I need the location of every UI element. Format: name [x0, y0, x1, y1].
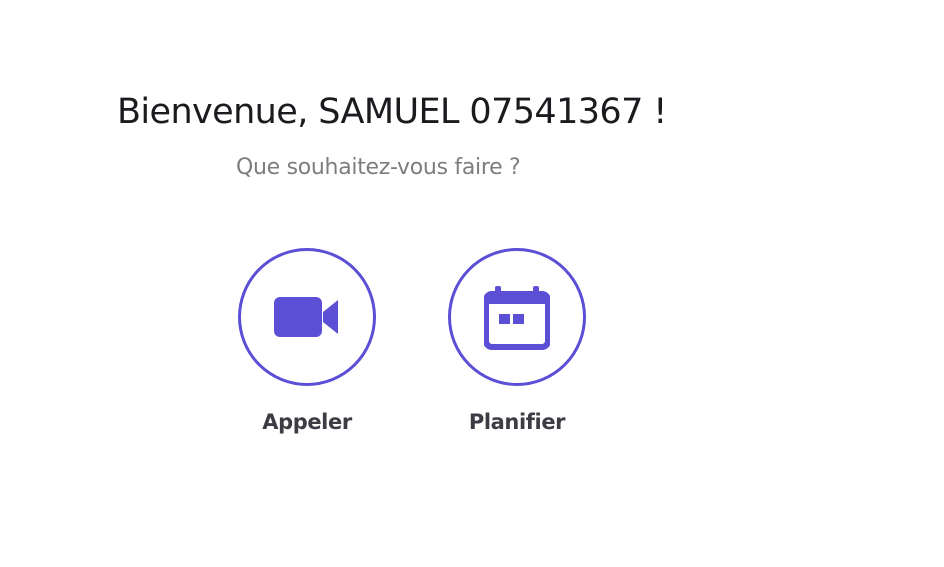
call-button-label: Appeler	[262, 410, 352, 434]
welcome-title: Bienvenue, SAMUEL 07541367 !	[117, 92, 667, 132]
video-camera-icon	[274, 297, 338, 337]
schedule-button[interactable]: Planifier	[437, 248, 597, 434]
call-button-circle[interactable]	[238, 248, 376, 386]
welcome-screen: Bienvenue, SAMUEL 07541367 ! Que souhait…	[0, 0, 944, 567]
schedule-button-circle[interactable]	[448, 248, 586, 386]
schedule-button-label: Planifier	[468, 410, 566, 434]
calendar-icon	[484, 286, 550, 350]
call-button[interactable]: Appeler	[227, 248, 387, 434]
welcome-question: Que souhaitez-vous faire ?	[236, 155, 521, 180]
